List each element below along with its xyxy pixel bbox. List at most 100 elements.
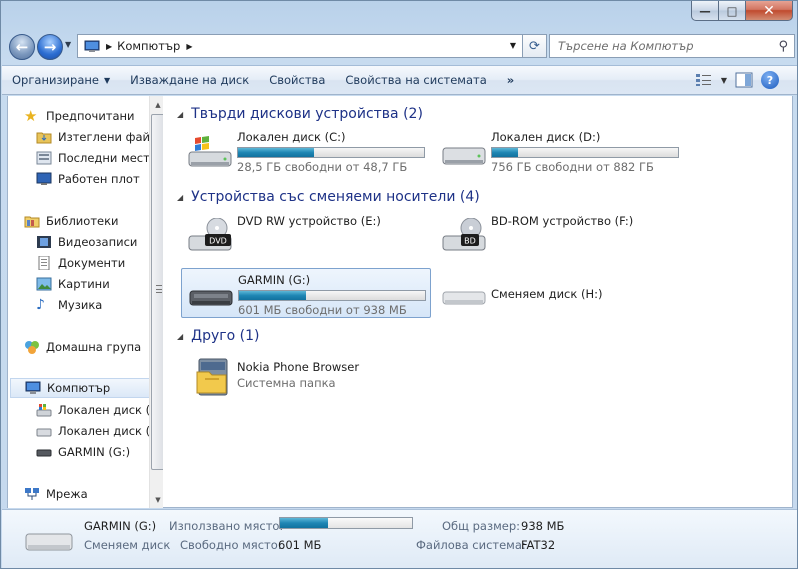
nav-label: Музика <box>58 298 103 312</box>
svg-text:DVD: DVD <box>209 237 227 246</box>
nav-favorites[interactable]: ★ Предпочитани <box>24 106 163 126</box>
free-space-text: 28,5 ГБ свободни от 48,7 ГБ <box>237 160 408 174</box>
collapse-triangle-icon[interactable]: ◢ <box>177 110 183 119</box>
view-options-chevron-icon[interactable]: ▼ <box>721 76 727 85</box>
free-space-text: 756 ГБ свободни от 882 ГБ <box>491 160 654 174</box>
nav-libraries[interactable]: Библиотеки <box>24 211 163 231</box>
help-icon[interactable]: ? <box>761 71 779 89</box>
downloads-folder-icon <box>36 132 52 144</box>
scroll-down-icon[interactable]: ▼ <box>150 491 163 508</box>
free-space-text: 601 МБ свободни от 938 МБ <box>238 303 407 317</box>
nav-label: Предпочитани <box>46 109 135 123</box>
file-system-value: FAT32 <box>521 538 556 552</box>
chevron-down-icon: ▼ <box>103 75 111 85</box>
properties-button[interactable]: Свойства <box>259 66 335 94</box>
video-icon <box>37 236 51 248</box>
nav-local-disk-d[interactable]: Локален диск (D:) <box>36 421 163 441</box>
content-pane: ◢ Твърди дискови устройства (2) Локален д… <box>167 96 793 508</box>
collapse-triangle-icon[interactable]: ◢ <box>177 193 183 202</box>
system-properties-button[interactable]: Свойства на системата <box>335 66 496 94</box>
command-bar: Организиране ▼ Изваждане на диск Свойства… <box>2 65 797 95</box>
item-type: Системна папка <box>237 376 336 390</box>
nav-music[interactable]: ♪ Музика <box>36 295 163 315</box>
main-area: ★ Предпочитани Изтеглени файлове Последни… <box>7 96 793 508</box>
group-hard-disks[interactable]: ◢ Твърди дискови устройства (2) <box>177 106 423 122</box>
recent-pages-dropdown[interactable]: ▼ <box>65 40 71 49</box>
recent-places-icon <box>36 151 52 165</box>
nav-label: Мрежа <box>46 487 88 501</box>
navigation-bar: ← → ▼ ▶ Компютър ▶ ▼ ⟳ Търсене на Компют… <box>7 31 795 61</box>
nav-network[interactable]: Мрежа <box>24 484 163 504</box>
nav-documents[interactable]: Документи <box>36 253 163 273</box>
removable-drive-icon <box>36 449 52 457</box>
nav-label: Компютър <box>47 381 111 395</box>
nav-local-disk-c[interactable]: Локален диск (C:) <box>36 400 163 420</box>
scroll-thumb[interactable] <box>151 114 163 470</box>
item-nokia-phone-browser[interactable]: Nokia Phone Browser Системна папка <box>181 356 431 406</box>
breadcrumb-separator-icon[interactable]: ▶ <box>186 42 192 51</box>
address-bar[interactable]: ▶ Компютър ▶ ▼ <box>77 34 523 58</box>
preview-pane-icon[interactable] <box>735 72 753 88</box>
maximize-button[interactable]: □ <box>719 1 746 21</box>
drive-tile-f[interactable]: BD BD-ROM устройство (F:) <box>435 210 685 260</box>
nav-label: Работен плот <box>58 172 140 186</box>
drive-name: Локален диск (D:) <box>491 130 601 144</box>
nav-desktop[interactable]: Работен плот <box>36 169 163 189</box>
picture-icon <box>36 277 52 291</box>
nav-scrollbar[interactable]: ▲ ▼ <box>149 96 163 508</box>
used-space-bar <box>279 517 413 529</box>
refresh-button[interactable]: ⟳ <box>523 34 547 58</box>
music-note-icon: ♪ <box>36 297 45 313</box>
group-other[interactable]: ◢ Друго (1) <box>177 328 259 344</box>
details-name: GARMIN (G:) <box>84 519 157 533</box>
drive-tile-h[interactable]: Сменяем диск (H:) <box>435 268 685 318</box>
group-removable[interactable]: ◢ Устройства със сменяеми носители (4) <box>177 189 480 205</box>
free-space-value: 601 МБ <box>278 538 322 552</box>
removable-drive-icon <box>189 290 233 306</box>
document-icon <box>38 256 50 270</box>
minimize-button[interactable]: — <box>691 1 719 21</box>
nav-label: GARMIN (G:) <box>58 445 131 459</box>
nav-downloads[interactable]: Изтеглени файлове <box>36 127 163 147</box>
group-label: Твърди дискови устройства (2) <box>191 106 423 122</box>
system-folder-icon <box>196 358 228 396</box>
search-input[interactable]: Търсене на Компютър ⚲ <box>549 34 795 58</box>
caption-buttons: — □ ✕ <box>691 1 793 21</box>
network-icon <box>25 488 39 500</box>
collapse-triangle-icon[interactable]: ◢ <box>177 332 183 341</box>
drive-name: Сменяем диск (H:) <box>491 287 603 301</box>
forward-button[interactable]: → <box>37 34 63 60</box>
drive-name: GARMIN (G:) <box>238 273 311 287</box>
back-button[interactable]: ← <box>9 34 35 60</box>
scroll-up-icon[interactable]: ▲ <box>150 96 163 113</box>
nav-homegroup[interactable]: Домашна група <box>24 337 163 357</box>
close-button[interactable]: ✕ <box>746 1 793 21</box>
drive-tile-e[interactable]: DVD DVD RW устройство (E:) <box>181 210 431 260</box>
nav-videos[interactable]: Видеозаписи <box>36 232 163 252</box>
nav-recent-places[interactable]: Последни места <box>36 148 163 168</box>
nav-computer[interactable]: Компютър <box>10 378 152 398</box>
drive-name: Локален диск (C:) <box>237 130 346 144</box>
nav-pictures[interactable]: Картини <box>36 274 163 294</box>
details-pane: GARMIN (G:) Сменяем диск Използвано мяст… <box>2 509 797 568</box>
organize-button[interactable]: Организиране ▼ <box>2 66 120 94</box>
drive-tile-c[interactable]: Локален диск (C:) 28,5 ГБ свободни от 48… <box>181 126 431 176</box>
forward-arrow-icon: → <box>43 38 57 56</box>
search-icon[interactable]: ⚲ <box>778 39 788 54</box>
address-history-dropdown[interactable]: ▼ <box>510 41 516 50</box>
nav-garmin[interactable]: GARMIN (G:) <box>36 442 163 462</box>
drive-tile-d[interactable]: Локален диск (D:) 756 ГБ свободни от 882… <box>435 126 685 176</box>
nav-label: Картини <box>58 277 110 291</box>
more-commands-button[interactable]: » <box>497 66 524 94</box>
breadcrumb-computer[interactable]: Компютър <box>117 39 180 53</box>
hard-drive-icon <box>442 147 486 165</box>
eject-button[interactable]: Изваждане на диск <box>120 66 259 94</box>
svg-text:BD: BD <box>464 237 476 246</box>
breadcrumb-separator-icon[interactable]: ▶ <box>106 42 112 51</box>
details-type: Сменяем диск <box>84 538 171 552</box>
change-view-icon[interactable] <box>695 73 713 87</box>
group-label: Устройства със сменяеми носители (4) <box>191 189 480 205</box>
nav-label: Видеозаписи <box>58 235 138 249</box>
drive-tile-g[interactable]: GARMIN (G:) 601 МБ свободни от 938 МБ <box>181 268 431 318</box>
used-space-bar-fill <box>280 518 328 528</box>
